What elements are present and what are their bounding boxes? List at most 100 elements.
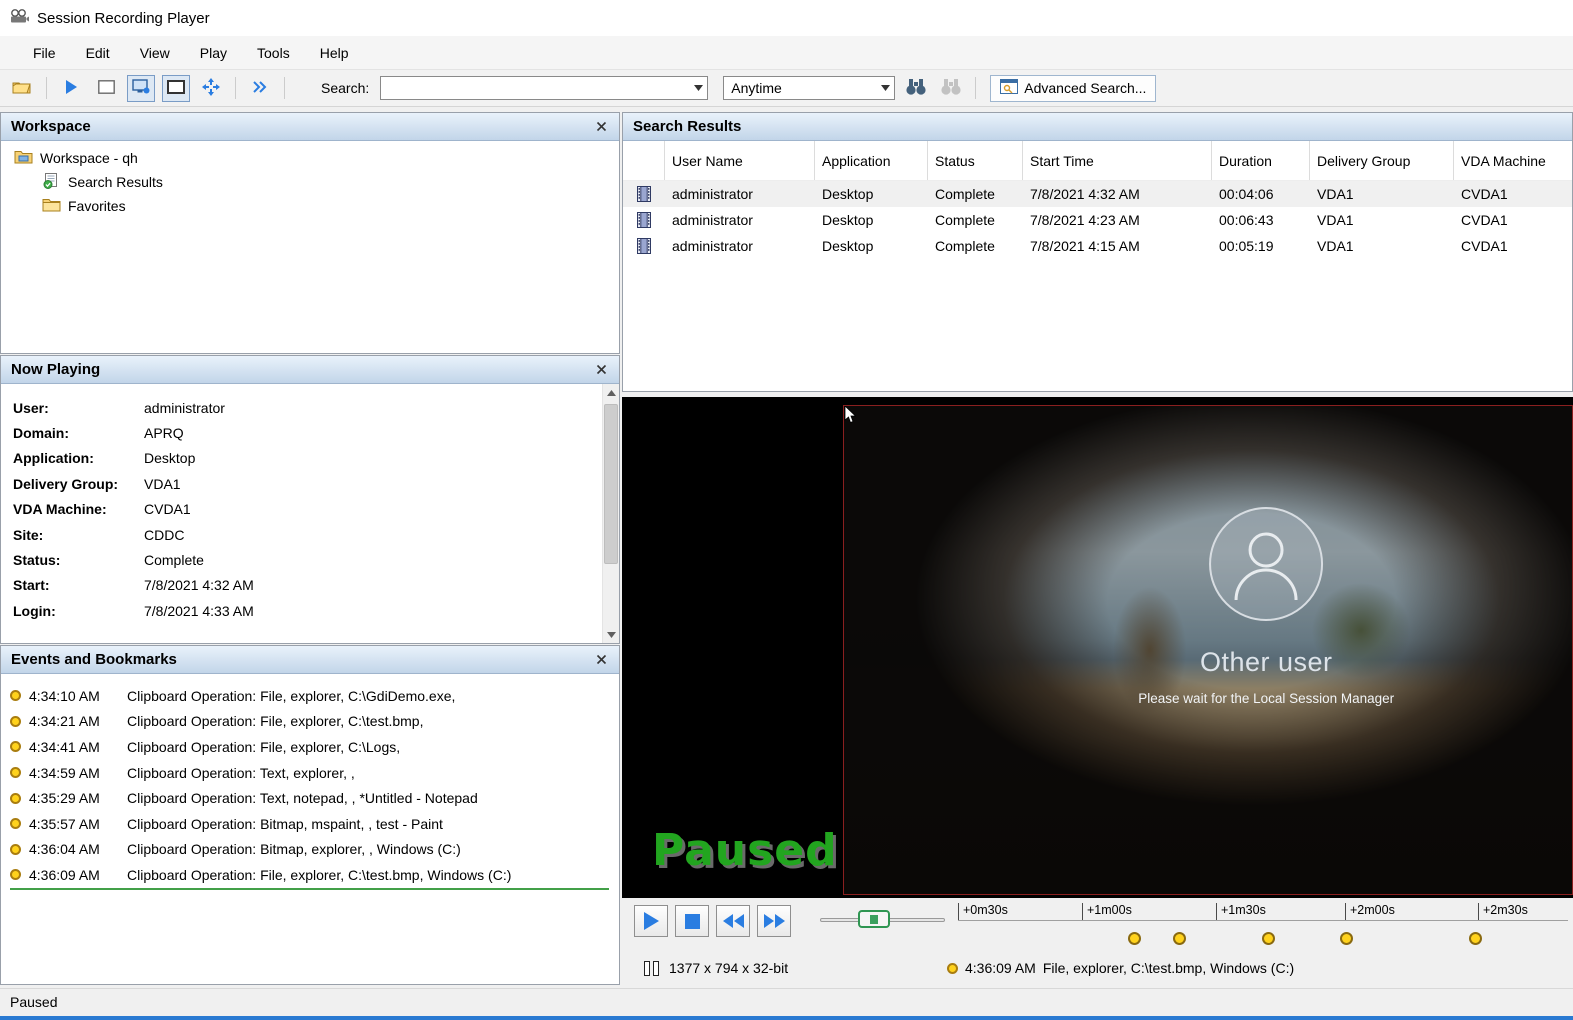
- resolution-text: 1377 x 794 x 32-bit: [669, 960, 788, 976]
- timeline-event-marker[interactable]: [1262, 932, 1275, 945]
- field-row: Application:Desktop: [13, 446, 593, 471]
- cell-user-name: administrator: [665, 212, 815, 228]
- scroll-down-icon[interactable]: [603, 626, 619, 643]
- tree-item-label: Workspace - qh: [40, 150, 138, 166]
- toolbar-separator: [975, 77, 976, 99]
- chevron-down-icon[interactable]: [877, 85, 894, 91]
- timeline-event-marker[interactable]: [1173, 932, 1186, 945]
- event-item[interactable]: 4:36:04 AMClipboard Operation: Bitmap, e…: [10, 837, 613, 863]
- field-value: administrator: [144, 400, 225, 416]
- field-row: Delivery Group:VDA1: [13, 471, 593, 496]
- now-playing-panel-title: Now Playing: [11, 361, 100, 378]
- event-item[interactable]: 4:34:10 AMClipboard Operation: File, exp…: [10, 683, 613, 709]
- rewind-button[interactable]: [716, 905, 750, 937]
- column-header-application[interactable]: Application: [815, 141, 928, 180]
- timeline-event-marker[interactable]: [1128, 932, 1141, 945]
- event-item[interactable]: 4:34:59 AMClipboard Operation: Text, exp…: [10, 760, 613, 786]
- event-icon: [10, 844, 21, 855]
- event-icon: [10, 690, 21, 701]
- session-video-frame[interactable]: Other user Please wait for the Local Ses…: [843, 405, 1573, 895]
- event-item-current[interactable]: 4:36:09 AMClipboard Operation: File, exp…: [10, 862, 613, 888]
- tree-item-workspace-root[interactable]: Workspace - qh: [14, 146, 619, 170]
- event-time: 4:34:59 AM: [29, 765, 119, 781]
- column-header-duration[interactable]: Duration: [1212, 141, 1310, 180]
- search-input[interactable]: [381, 77, 690, 99]
- cell-user-name: administrator: [665, 238, 815, 254]
- column-header-start-time[interactable]: Start Time: [1023, 141, 1212, 180]
- column-header-user-name[interactable]: User Name: [665, 141, 815, 180]
- field-label: Start:: [13, 577, 144, 593]
- speed-slider-thumb[interactable]: [858, 910, 890, 928]
- paused-overlay-text: Paused: [652, 825, 838, 876]
- timeline-event-marker[interactable]: [1340, 932, 1353, 945]
- event-item[interactable]: 4:34:21 AMClipboard Operation: File, exp…: [10, 709, 613, 735]
- field-value: CDDC: [144, 527, 184, 543]
- menu-help[interactable]: Help: [305, 38, 364, 68]
- tree-item-favorites[interactable]: Favorites: [14, 194, 619, 218]
- recording-film-icon: [623, 238, 665, 254]
- close-icon[interactable]: [593, 652, 609, 668]
- fast-forward-button[interactable]: [757, 905, 791, 937]
- menu-tools[interactable]: Tools: [242, 38, 305, 68]
- column-header-vda-machine[interactable]: VDA Machine: [1454, 141, 1572, 180]
- event-icon: [10, 869, 21, 880]
- advanced-search-button[interactable]: Advanced Search...: [990, 75, 1156, 102]
- event-icon: [10, 793, 21, 804]
- cell-vda-machine: CVDA1: [1454, 186, 1572, 202]
- timeline-tick-label: +1m30s: [1216, 903, 1266, 920]
- find-next-button[interactable]: [937, 75, 965, 102]
- recording-row[interactable]: administrator Desktop Complete 7/8/2021 …: [623, 207, 1572, 233]
- cell-delivery-group: VDA1: [1310, 238, 1454, 254]
- stop-icon: [685, 914, 700, 929]
- timeline-ruler[interactable]: [958, 920, 1568, 921]
- field-value: Desktop: [144, 450, 195, 466]
- pan-arrows-icon: [202, 78, 220, 99]
- current-event-time: 4:36:09 AM: [965, 960, 1036, 976]
- tree-item-search-results[interactable]: Search Results: [14, 170, 619, 194]
- close-icon[interactable]: [593, 119, 609, 135]
- results-table-header: User Name Application Status Start Time …: [623, 141, 1572, 181]
- column-header-status[interactable]: Status: [928, 141, 1023, 180]
- monitor-speaker-icon: [132, 79, 150, 98]
- open-button[interactable]: [8, 75, 36, 102]
- event-time: 4:36:04 AM: [29, 841, 119, 857]
- column-header-delivery-group[interactable]: Delivery Group: [1310, 141, 1454, 180]
- vertical-scrollbar[interactable]: [602, 384, 619, 643]
- event-icon: [10, 716, 21, 727]
- event-time: 4:34:21 AM: [29, 713, 119, 729]
- stop-button[interactable]: [675, 905, 709, 937]
- event-icon: [10, 818, 21, 829]
- play-button[interactable]: [634, 905, 668, 937]
- scrollbar-thumb[interactable]: [604, 404, 618, 564]
- fit-screen-button[interactable]: [162, 75, 190, 102]
- menu-view[interactable]: View: [125, 38, 185, 68]
- event-item[interactable]: 4:34:41 AMClipboard Operation: File, exp…: [10, 734, 613, 760]
- field-label: Site:: [13, 527, 144, 543]
- scroll-up-icon[interactable]: [603, 384, 619, 401]
- field-value: APRQ: [144, 425, 184, 441]
- recording-row[interactable]: administrator Desktop Complete 7/8/2021 …: [623, 181, 1572, 207]
- event-item[interactable]: 4:35:57 AMClipboard Operation: Bitmap, m…: [10, 811, 613, 837]
- playback-viewport[interactable]: Other user Please wait for the Local Ses…: [622, 397, 1573, 898]
- menu-edit[interactable]: Edit: [71, 38, 125, 68]
- event-item[interactable]: 4:35:29 AMClipboard Operation: Text, not…: [10, 785, 613, 811]
- snapshot-button[interactable]: [92, 75, 120, 102]
- timeline-event-marker[interactable]: [1469, 932, 1482, 945]
- title-bar: Session Recording Player: [0, 0, 1573, 36]
- play-toolbar-button[interactable]: [57, 75, 85, 102]
- pan-button[interactable]: [197, 75, 225, 102]
- time-filter-combobox[interactable]: Anytime: [723, 76, 895, 100]
- menu-play[interactable]: Play: [185, 38, 242, 68]
- cell-start-time: 7/8/2021 4:23 AM: [1023, 212, 1212, 228]
- chevron-down-icon[interactable]: [690, 85, 707, 91]
- cell-delivery-group: VDA1: [1310, 186, 1454, 202]
- column-header-icon[interactable]: [623, 141, 665, 180]
- menu-file[interactable]: File: [18, 38, 71, 68]
- search-combobox[interactable]: [380, 76, 708, 100]
- close-icon[interactable]: [593, 362, 609, 378]
- display-mode-button[interactable]: [127, 75, 155, 102]
- more-tools-button[interactable]: [246, 75, 274, 102]
- recording-row[interactable]: administrator Desktop Complete 7/8/2021 …: [623, 233, 1572, 259]
- find-button[interactable]: [902, 75, 930, 102]
- frame-icon: [98, 80, 115, 97]
